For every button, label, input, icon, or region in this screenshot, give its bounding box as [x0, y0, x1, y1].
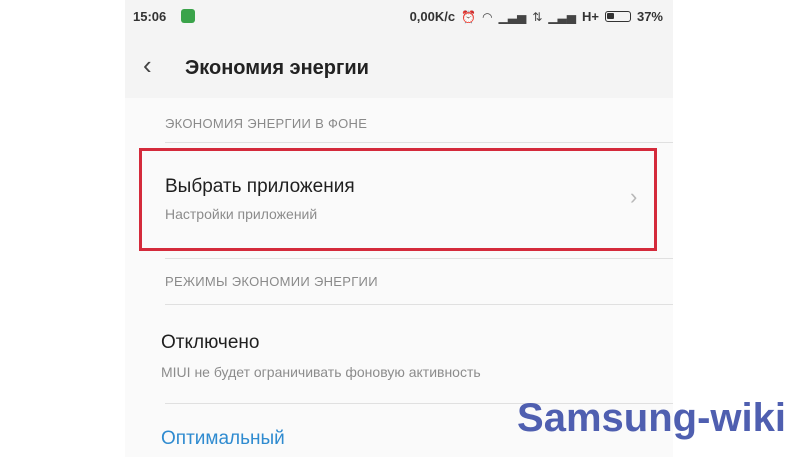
- status-right: 0,00K/c ⏰ ◠ ▁▃▅ ⇅ ▁▃▅ H+ 37%: [410, 9, 663, 24]
- signal-icon-2: ▁▃▅: [548, 9, 576, 24]
- notification-icon: [181, 9, 195, 23]
- section-header-background: ЭКОНОМИЯ ЭНЕРГИИ В ФОНЕ: [165, 116, 368, 131]
- back-arrow-icon[interactable]: ‹: [143, 50, 152, 81]
- battery-percent: 37%: [636, 9, 663, 24]
- divider: [165, 304, 673, 305]
- battery-icon: [604, 11, 631, 22]
- divider: [165, 142, 673, 143]
- watermark-text: Samsung-wiki: [517, 396, 786, 440]
- status-bar: 15:06 0,00K/c ⏰ ◠ ▁▃▅ ⇅ ▁▃▅ H+ 37%: [125, 0, 673, 34]
- wifi-icon: ◠: [482, 9, 493, 24]
- app-bar: ‹ Экономия энергии: [125, 34, 673, 98]
- network-type: H+: [581, 9, 599, 24]
- list-item-subtitle: MIUI не будет ограничивать фоновую актив…: [161, 364, 481, 380]
- phone-screen: 15:06 0,00K/c ⏰ ◠ ▁▃▅ ⇅ ▁▃▅ H+ 37% ‹ Эко…: [125, 0, 673, 457]
- status-time: 15:06: [133, 9, 167, 24]
- list-item-title: Отключено: [161, 332, 260, 353]
- alarm-icon: ⏰: [461, 9, 477, 24]
- section-header-modes: РЕЖИМЫ ЭКОНОМИИ ЭНЕРГИИ: [165, 274, 378, 289]
- divider: [165, 258, 673, 259]
- page-title: Экономия энергии: [185, 57, 369, 79]
- network-speed: 0,00K/c: [409, 9, 456, 24]
- data-transfer-icon: ⇅: [532, 9, 543, 24]
- highlight-frame: [139, 148, 657, 251]
- signal-icon: ▁▃▅: [498, 9, 527, 24]
- list-item-title-selected: Оптимальный: [161, 428, 285, 449]
